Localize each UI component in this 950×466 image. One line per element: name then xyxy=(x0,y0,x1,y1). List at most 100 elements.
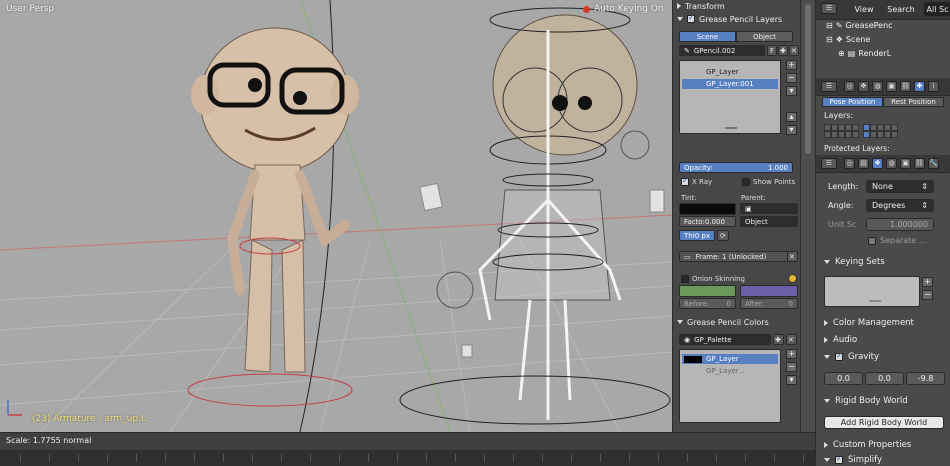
list-resize-handle[interactable] xyxy=(869,300,881,302)
move-down-icon[interactable]: ▾ xyxy=(786,125,797,135)
custom-properties-header[interactable]: Custom Properties xyxy=(824,439,911,451)
world-tab-icon[interactable]: ◍ xyxy=(886,158,897,169)
pose-position-button[interactable]: Pose Position xyxy=(822,97,883,107)
frame-unlink-icon[interactable]: ✕ xyxy=(787,251,798,262)
separate-units-checkbox[interactable] xyxy=(868,236,876,245)
search-menu[interactable]: Search xyxy=(884,2,918,16)
render-tab-icon[interactable]: ◎ xyxy=(844,81,855,92)
scene-tab-icon[interactable]: ❖ xyxy=(872,158,883,169)
3d-viewport[interactable]: User Persp Auto Keying On (23) Armature … xyxy=(0,0,672,432)
gp-source-toggle[interactable]: Scene Object xyxy=(679,31,793,42)
modifiers-tab-icon[interactable]: 🔧 xyxy=(928,158,939,169)
constraints-tab-icon[interactable]: ⛓ xyxy=(914,158,925,169)
remove-color-icon[interactable]: − xyxy=(786,362,797,372)
remove-keying-set-icon[interactable]: − xyxy=(922,290,933,300)
gravity-checkbox[interactable] xyxy=(835,351,843,361)
gp-color-list[interactable]: GP_Layer GP_Layer... xyxy=(679,349,781,423)
thickness-link-icon[interactable]: ⟳ xyxy=(717,230,729,241)
character-right-xray[interactable] xyxy=(399,7,671,425)
new-gpencil-icon[interactable]: ✚ xyxy=(778,45,788,56)
list-item[interactable]: GP_Layer.001 xyxy=(682,79,778,89)
parent-type-dropdown[interactable]: Object xyxy=(740,216,798,227)
color-management-header[interactable]: Color Management xyxy=(824,317,914,329)
unlink-palette-icon[interactable]: ✕ xyxy=(786,334,797,345)
unit-scale-field[interactable]: 1.000000 xyxy=(866,218,934,231)
armature-data-tab-icon[interactable]: ✚ xyxy=(914,81,925,92)
render-tab-icon[interactable]: ◎ xyxy=(844,158,855,169)
object-tab-icon[interactable]: ▣ xyxy=(886,81,897,92)
layer-list-controls[interactable]: + − ▾ xyxy=(786,60,797,96)
viewport-scene[interactable] xyxy=(0,0,672,432)
gp-layer-list[interactable]: GP_Layer GP_Layer.001 xyxy=(679,60,781,134)
color-menu-icon[interactable]: ▾ xyxy=(786,375,797,385)
layer-order-controls[interactable]: ▴ ▾ xyxy=(786,112,797,135)
frame-lock-field[interactable]: ▭ Frame: 1 (Unlocked) xyxy=(679,251,791,262)
keying-sets-list[interactable] xyxy=(824,276,920,307)
list-resize-handle[interactable] xyxy=(725,127,737,129)
new-palette-icon[interactable]: ✚ xyxy=(773,334,784,345)
angle-unit-dropdown[interactable]: Degrees ⇕ xyxy=(866,199,934,212)
transform-panel-header[interactable]: Transform xyxy=(677,0,725,12)
scene-tab-icon[interactable]: ❖ xyxy=(858,81,869,92)
add-rigid-body-world-button[interactable]: Add Rigid Body World xyxy=(824,416,944,429)
gravity-y-field[interactable]: 0.0 xyxy=(865,372,904,385)
list-item[interactable]: GP_Layer... xyxy=(682,366,778,376)
gp-colors-panel-header[interactable]: Grease Pencil Colors xyxy=(677,316,769,328)
color-list-controls[interactable]: + − ▾ xyxy=(786,349,797,385)
properties-editor[interactable]: ☰ View Search All Sc ⊟ ✎ GreasePenc ⊟ ❖ … xyxy=(815,0,950,466)
move-up-icon[interactable]: ▴ xyxy=(786,112,797,122)
keying-set-controls[interactable]: + − xyxy=(922,277,933,300)
gravity-z-field[interactable]: -9.8 xyxy=(906,372,945,385)
show-points-checkbox[interactable] xyxy=(742,178,750,186)
audio-header[interactable]: Audio xyxy=(824,334,857,346)
simplify-checkbox[interactable] xyxy=(835,454,843,464)
scene-tab[interactable]: Scene xyxy=(679,31,736,42)
object-tab-icon[interactable]: ▣ xyxy=(900,158,911,169)
outliner-item[interactable]: ⊕ ▤ RenderL xyxy=(838,49,891,58)
constraints-tab-icon[interactable]: ⛓ xyxy=(900,81,911,92)
world-tab-icon[interactable]: ◍ xyxy=(872,81,883,92)
rigid-body-world-header[interactable]: Rigid Body World xyxy=(824,395,908,407)
render-layers-tab-icon[interactable]: ▤ xyxy=(858,158,869,169)
editor-type-icon[interactable]: ☰ xyxy=(821,81,837,92)
editor-type-icon[interactable]: ☰ xyxy=(821,3,837,14)
unlink-gpencil-icon[interactable]: ✕ xyxy=(789,45,799,56)
fake-user-button[interactable]: F xyxy=(767,45,777,56)
pose-rest-toggle[interactable]: Pose Position Rest Position xyxy=(822,97,944,107)
xray-checkbox[interactable] xyxy=(681,176,689,186)
tint-factor-field[interactable]: Facto:0.000 xyxy=(679,216,736,227)
display-mode-dropdown[interactable]: All Sc xyxy=(924,2,950,16)
list-item[interactable]: GP_Layer xyxy=(682,354,778,364)
xray-toggle[interactable]: X Ray xyxy=(681,176,712,186)
gpencil-datablock-field[interactable]: ✎ GPencil.002 xyxy=(679,45,765,56)
tint-color-swatch[interactable] xyxy=(679,203,736,215)
rest-position-button[interactable]: Rest Position xyxy=(883,97,944,107)
gp-layers-enable-checkbox[interactable] xyxy=(687,13,695,23)
properties-shelf[interactable]: Transform Grease Pencil Layers Scene Obj… xyxy=(672,0,800,432)
view-menu[interactable]: View xyxy=(851,2,877,16)
gravity-x-field[interactable]: 0.0 xyxy=(824,372,863,385)
timeline-strip[interactable] xyxy=(0,450,815,466)
add-layer-icon[interactable]: + xyxy=(786,60,797,70)
layer-menu-icon[interactable]: ▾ xyxy=(786,86,797,96)
parent-object-field[interactable]: ▣ xyxy=(740,203,798,214)
gravity-header[interactable]: Gravity xyxy=(824,351,879,363)
after-color-swatch[interactable] xyxy=(740,285,798,297)
scrollbar-thumb[interactable] xyxy=(805,4,811,154)
add-color-icon[interactable]: + xyxy=(786,349,797,359)
before-color-swatch[interactable] xyxy=(679,285,736,297)
onion-skinning-toggle[interactable]: Onion Skinning xyxy=(681,275,745,283)
opacity-slider[interactable]: Opacity: 1.000 xyxy=(679,162,793,173)
add-keying-set-icon[interactable]: + xyxy=(922,277,933,287)
outliner-item[interactable]: ⊟ ✎ GreasePenc xyxy=(826,21,893,30)
remove-layer-icon[interactable]: − xyxy=(786,73,797,83)
length-unit-dropdown[interactable]: None ⇕ xyxy=(866,180,934,193)
separate-units-toggle[interactable]: Separate ... xyxy=(868,236,926,245)
show-points-toggle[interactable]: Show Points xyxy=(742,178,795,186)
editor-type-icon[interactable]: ☰ xyxy=(821,158,837,169)
gp-layers-panel-header[interactable]: Grease Pencil Layers xyxy=(677,13,782,25)
shelf-scrollbar[interactable] xyxy=(800,0,815,432)
before-frames-field[interactable]: Before: 0 xyxy=(679,298,736,309)
thickness-field[interactable]: Thi 0 px xyxy=(679,230,715,241)
after-frames-field[interactable]: After: 0 xyxy=(740,298,798,309)
